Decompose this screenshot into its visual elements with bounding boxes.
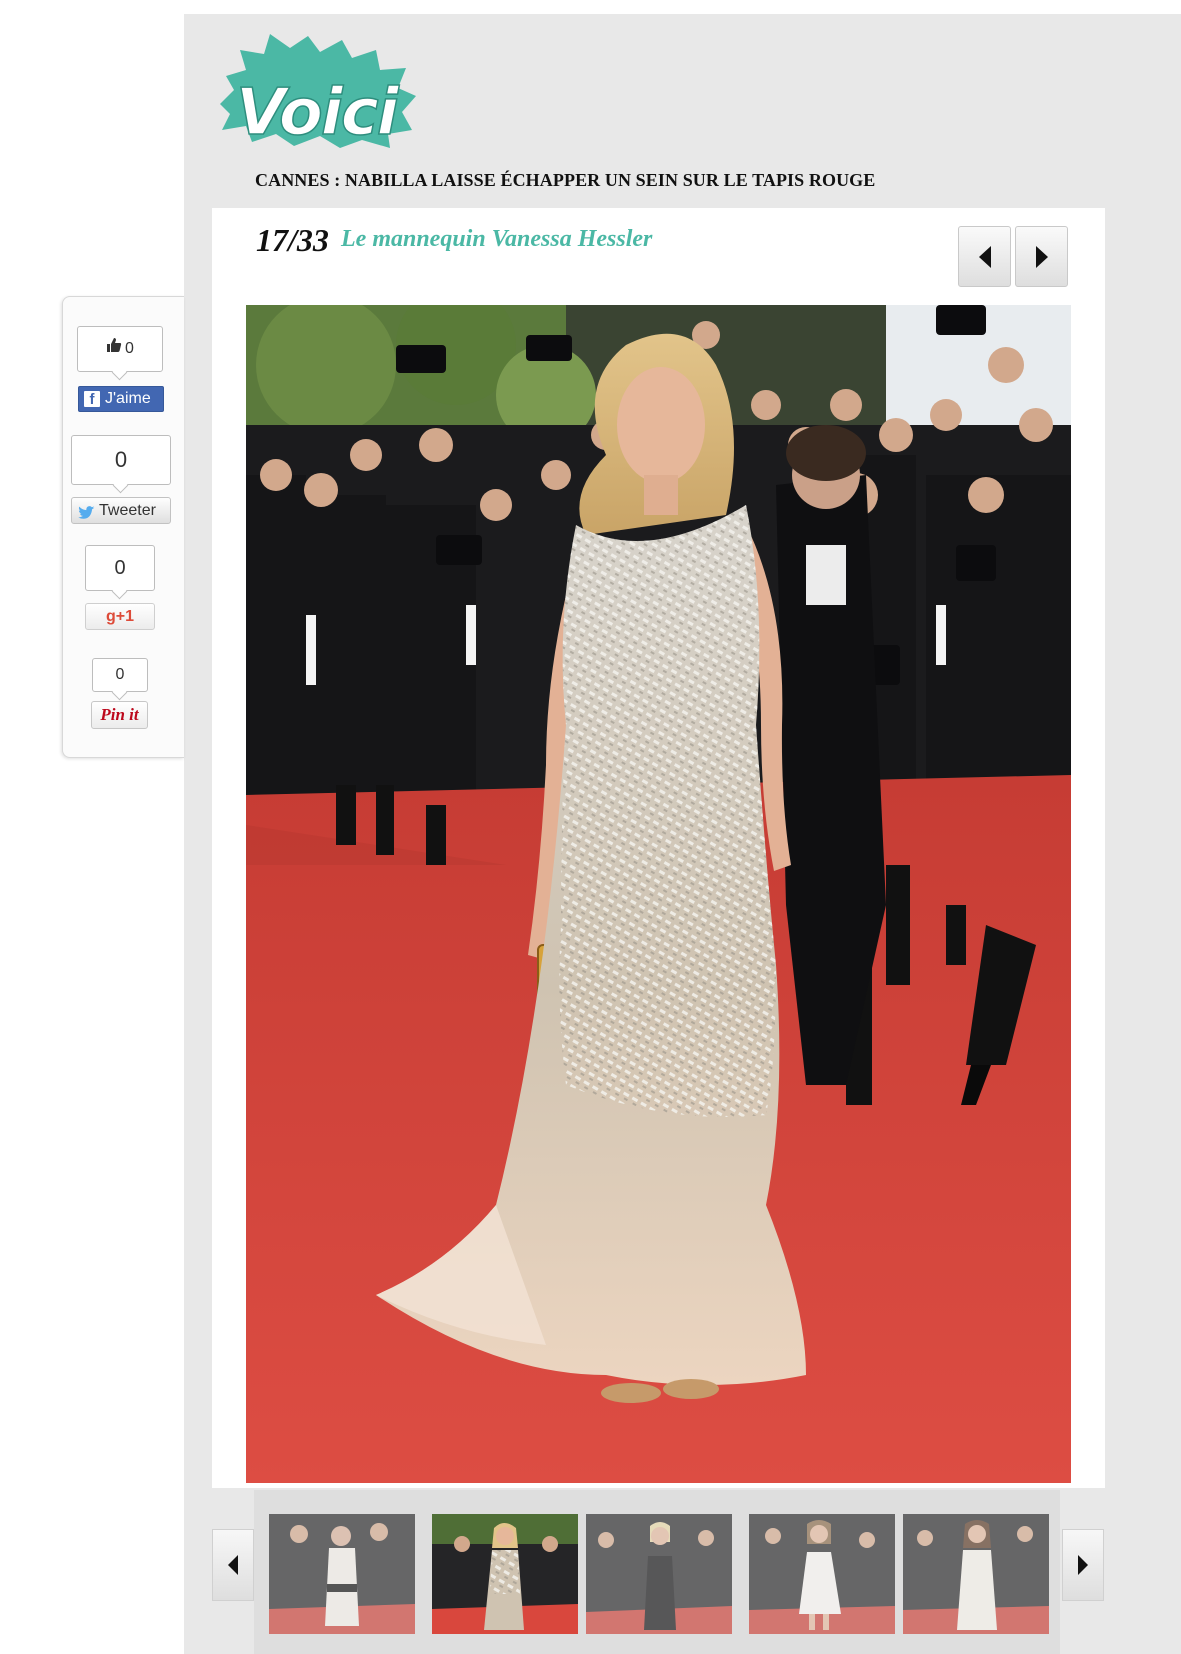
twitter-share-count: 0 [71, 435, 171, 485]
facebook-icon: f [84, 391, 100, 408]
site-logo[interactable]: Voici [212, 30, 418, 148]
slide-caption: Le mannequin Vanessa Hessler [341, 226, 653, 252]
thumbnail-4[interactable] [749, 1514, 895, 1634]
thumbnail-3-image [586, 1514, 732, 1634]
thumbnail-1[interactable] [269, 1514, 415, 1634]
thumbnail-1-image [269, 1514, 415, 1634]
voici-logo-graphic: Voici [220, 34, 416, 148]
tweet-label: Tweeter [99, 502, 156, 519]
chevron-right-icon [1035, 245, 1048, 268]
thumbnails-previous-button[interactable] [212, 1529, 254, 1601]
main-photo[interactable] [246, 305, 1071, 1483]
previous-slide-button[interactable] [958, 226, 1011, 287]
thumbnail-5[interactable] [903, 1514, 1049, 1634]
thumbnail-3[interactable] [586, 1514, 732, 1634]
logo-text: Voici [236, 76, 400, 148]
thumbnail-5-image [903, 1514, 1049, 1634]
pinterest-count: 0 [92, 658, 148, 692]
thumbnail-2-selected[interactable] [432, 1514, 578, 1634]
twitter-bird-icon [78, 503, 95, 528]
google-plus-one-button[interactable]: g+1 [85, 603, 155, 630]
slide-counter: 17/33 [256, 222, 329, 258]
next-slide-button[interactable] [1015, 226, 1068, 287]
tweet-button[interactable]: Tweeter [71, 497, 171, 524]
thumbnails-next-button[interactable] [1062, 1529, 1104, 1601]
facebook-like-label: J'aime [105, 390, 151, 407]
article-headline: CANNES : NABILLA LAISSE ÉCHAPPER UN SEIN… [255, 170, 876, 190]
google-plus-count: 0 [85, 545, 155, 591]
thumbs-up-icon [106, 327, 122, 371]
chevron-right-icon [1078, 1555, 1088, 1575]
facebook-like-button[interactable]: f J'aime [78, 386, 164, 412]
thumbnail-4-image [749, 1514, 895, 1634]
pin-it-button[interactable]: Pin it [91, 701, 148, 729]
chevron-left-icon [228, 1555, 238, 1575]
facebook-like-count: 0 [77, 326, 163, 372]
chevron-left-icon [978, 245, 991, 268]
thumbnail-2-image [432, 1514, 578, 1634]
